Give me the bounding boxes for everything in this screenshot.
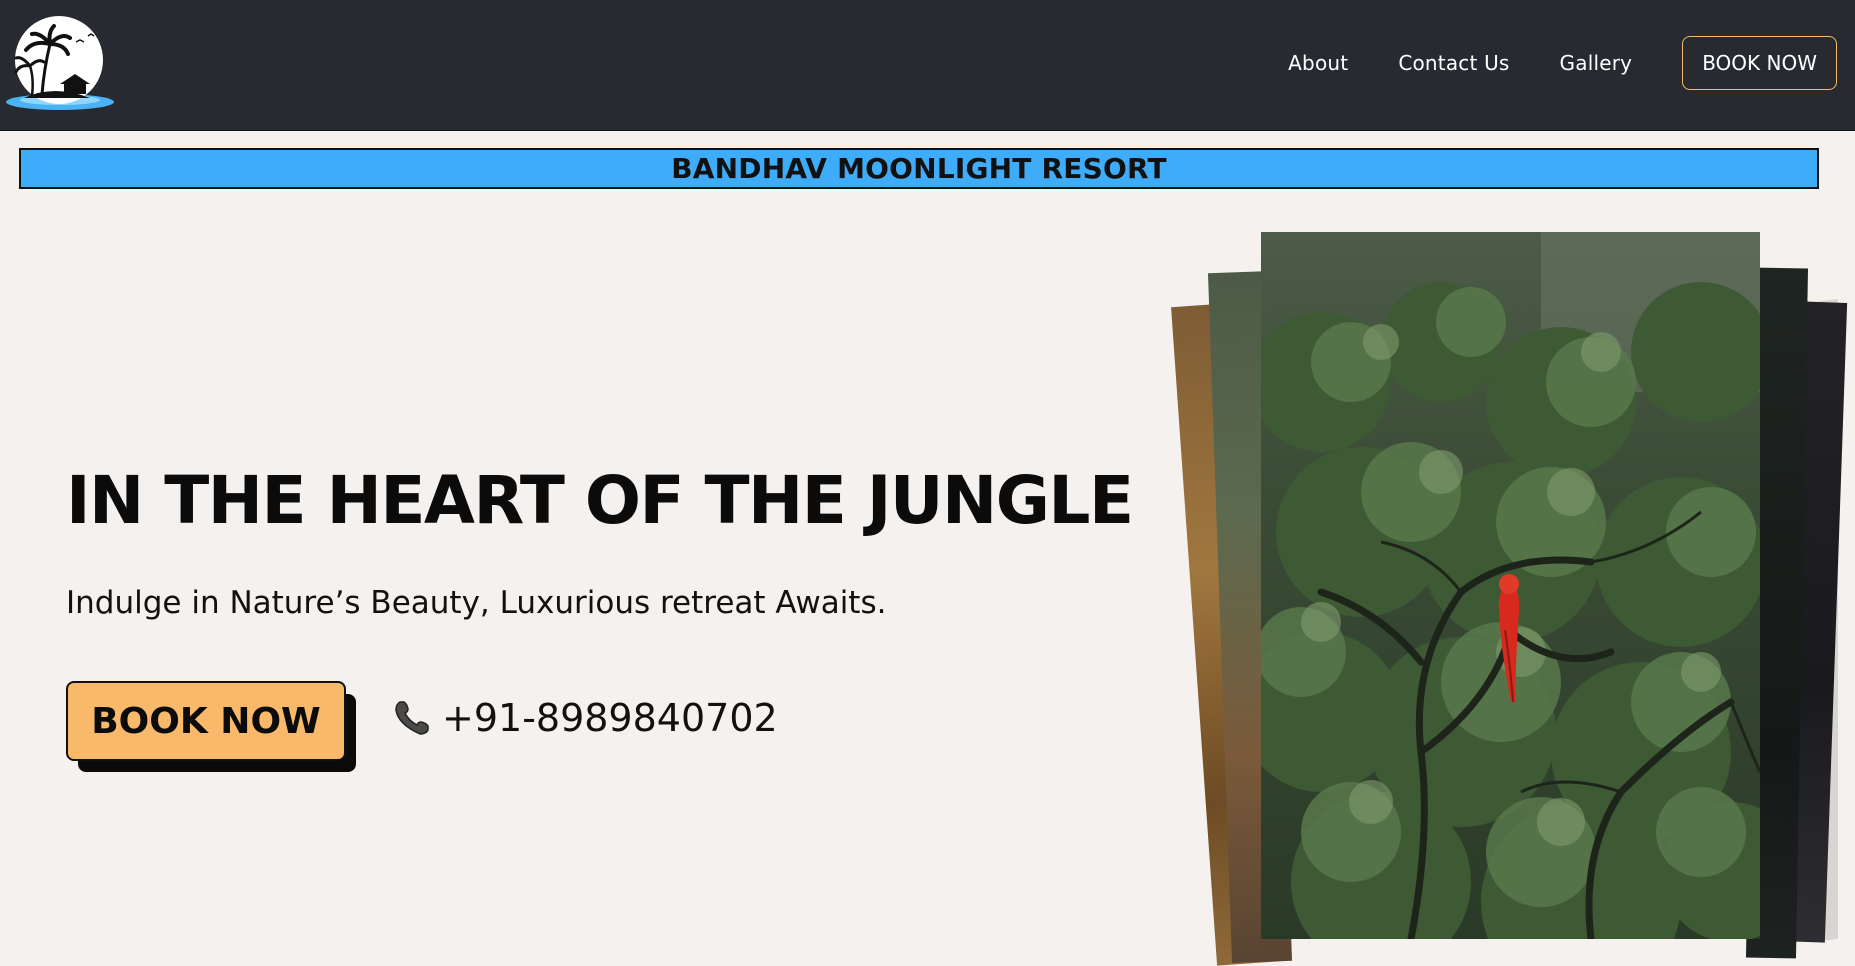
hero-subline: Indulge in Nature’s Beauty, Luxurious re… [66, 585, 887, 621]
hero-book-now-button[interactable]: BOOK NOW [66, 681, 346, 761]
navbar: About Contact Us Gallery BOOK NOW [0, 0, 1855, 131]
banner-title: BANDHAV MOONLIGHT RESORT [671, 152, 1167, 185]
nav-links: About Contact Us Gallery BOOK NOW [1288, 0, 1837, 126]
photo-stack[interactable] [1171, 220, 1855, 966]
nav-book-now-button[interactable]: BOOK NOW [1682, 36, 1837, 90]
phone-icon [392, 698, 432, 738]
hero-headline: IN THE HEART OF THE JUNGLE [66, 462, 1134, 539]
phone-contact[interactable]: +91-8989840702 [392, 696, 778, 740]
nav-link-contact-us[interactable]: Contact Us [1398, 51, 1509, 75]
parrot-in-jungle-tree-image[interactable] [1261, 232, 1760, 939]
resort-logo-icon[interactable] [4, 14, 116, 114]
nav-link-gallery[interactable]: Gallery [1560, 51, 1633, 75]
resort-name-banner: BANDHAV MOONLIGHT RESORT [19, 148, 1819, 189]
phone-number: +91-8989840702 [442, 696, 778, 740]
nav-link-about[interactable]: About [1288, 51, 1348, 75]
